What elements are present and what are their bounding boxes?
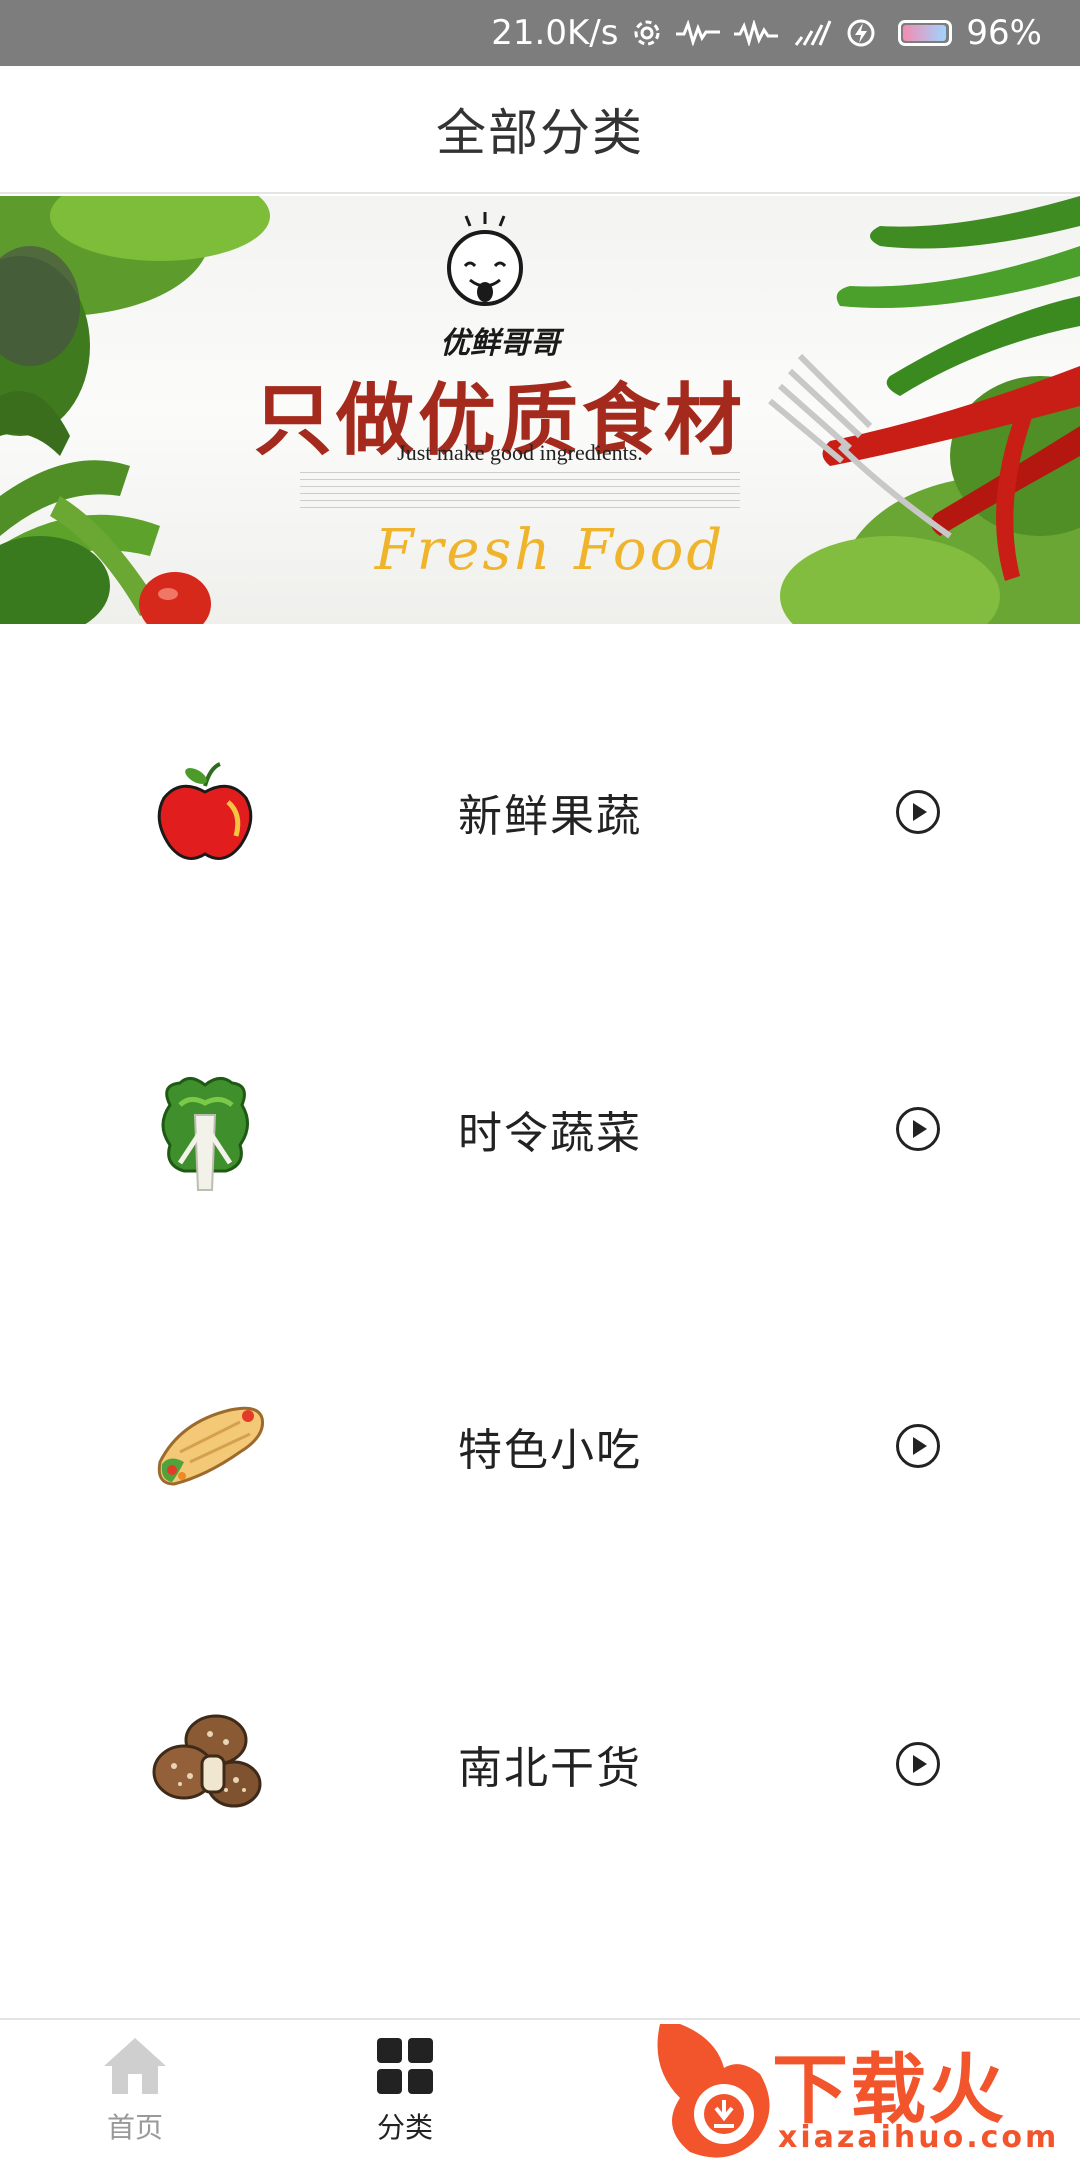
tab-home[interactable]: 首页 [0, 2020, 270, 2162]
signal-bars-icon [792, 19, 832, 47]
apple-icon [150, 758, 260, 868]
category-label: 时令蔬菜 [458, 1108, 642, 1159]
battery-percent: 96% [966, 13, 1042, 53]
network-speed: 21.0K/s [491, 13, 619, 53]
battery-icon [898, 20, 953, 46]
tab-home-label: 首页 [106, 2111, 163, 2144]
title-bar: 全部分类 [0, 66, 1080, 194]
promo-banner[interactable]: 优鲜哥哥 只做优质食材 Just make good ingredients. … [0, 196, 1080, 624]
category-label: 新鲜果蔬 [458, 791, 642, 842]
home-icon [102, 2036, 168, 2100]
category-item-dried-goods[interactable]: 南北干货 [0, 1670, 1080, 1850]
signal-wave-icon [734, 20, 779, 46]
watermark-url: xiazaihuo.com [778, 2120, 1060, 2155]
mushroom-icon [150, 1710, 262, 1820]
banner-tagline: Just make good ingredients. [397, 440, 643, 465]
category-item-special-snacks[interactable]: 特色小吃 [0, 1352, 1080, 1532]
flower-icon [632, 18, 662, 48]
battery-fill [903, 25, 946, 41]
play-arrow-icon[interactable] [896, 1424, 940, 1468]
banner-fine-print [300, 472, 740, 512]
play-arrow-icon[interactable] [896, 1742, 940, 1786]
category-label: 特色小吃 [458, 1425, 642, 1476]
lettuce-icon [150, 1075, 260, 1191]
watermark-logo: 下载火 xiazaihuo.com [640, 2018, 1080, 2160]
burrito-icon [150, 1392, 265, 1502]
brand-name: 优鲜哥哥 [440, 326, 560, 361]
category-item-fresh-fruits[interactable]: 新鲜果蔬 [0, 718, 1080, 898]
category-item-seasonal-vegetables[interactable]: 时令蔬菜 [0, 1035, 1080, 1215]
grid-icon [375, 2036, 435, 2100]
flame-icon [657, 2024, 770, 2158]
page-title: 全部分类 [436, 104, 644, 162]
tab-category[interactable]: 分类 [270, 2020, 540, 2162]
charging-icon [846, 18, 876, 48]
banner-fresh-text: Fresh Food [374, 518, 726, 583]
play-arrow-icon[interactable] [896, 790, 940, 834]
activity-icon [676, 20, 721, 46]
status-bar: 21.0K/s 96% [0, 0, 1080, 66]
play-arrow-icon[interactable] [896, 1107, 940, 1151]
category-label: 南北干货 [458, 1743, 642, 1794]
tab-category-label: 分类 [376, 2111, 433, 2144]
